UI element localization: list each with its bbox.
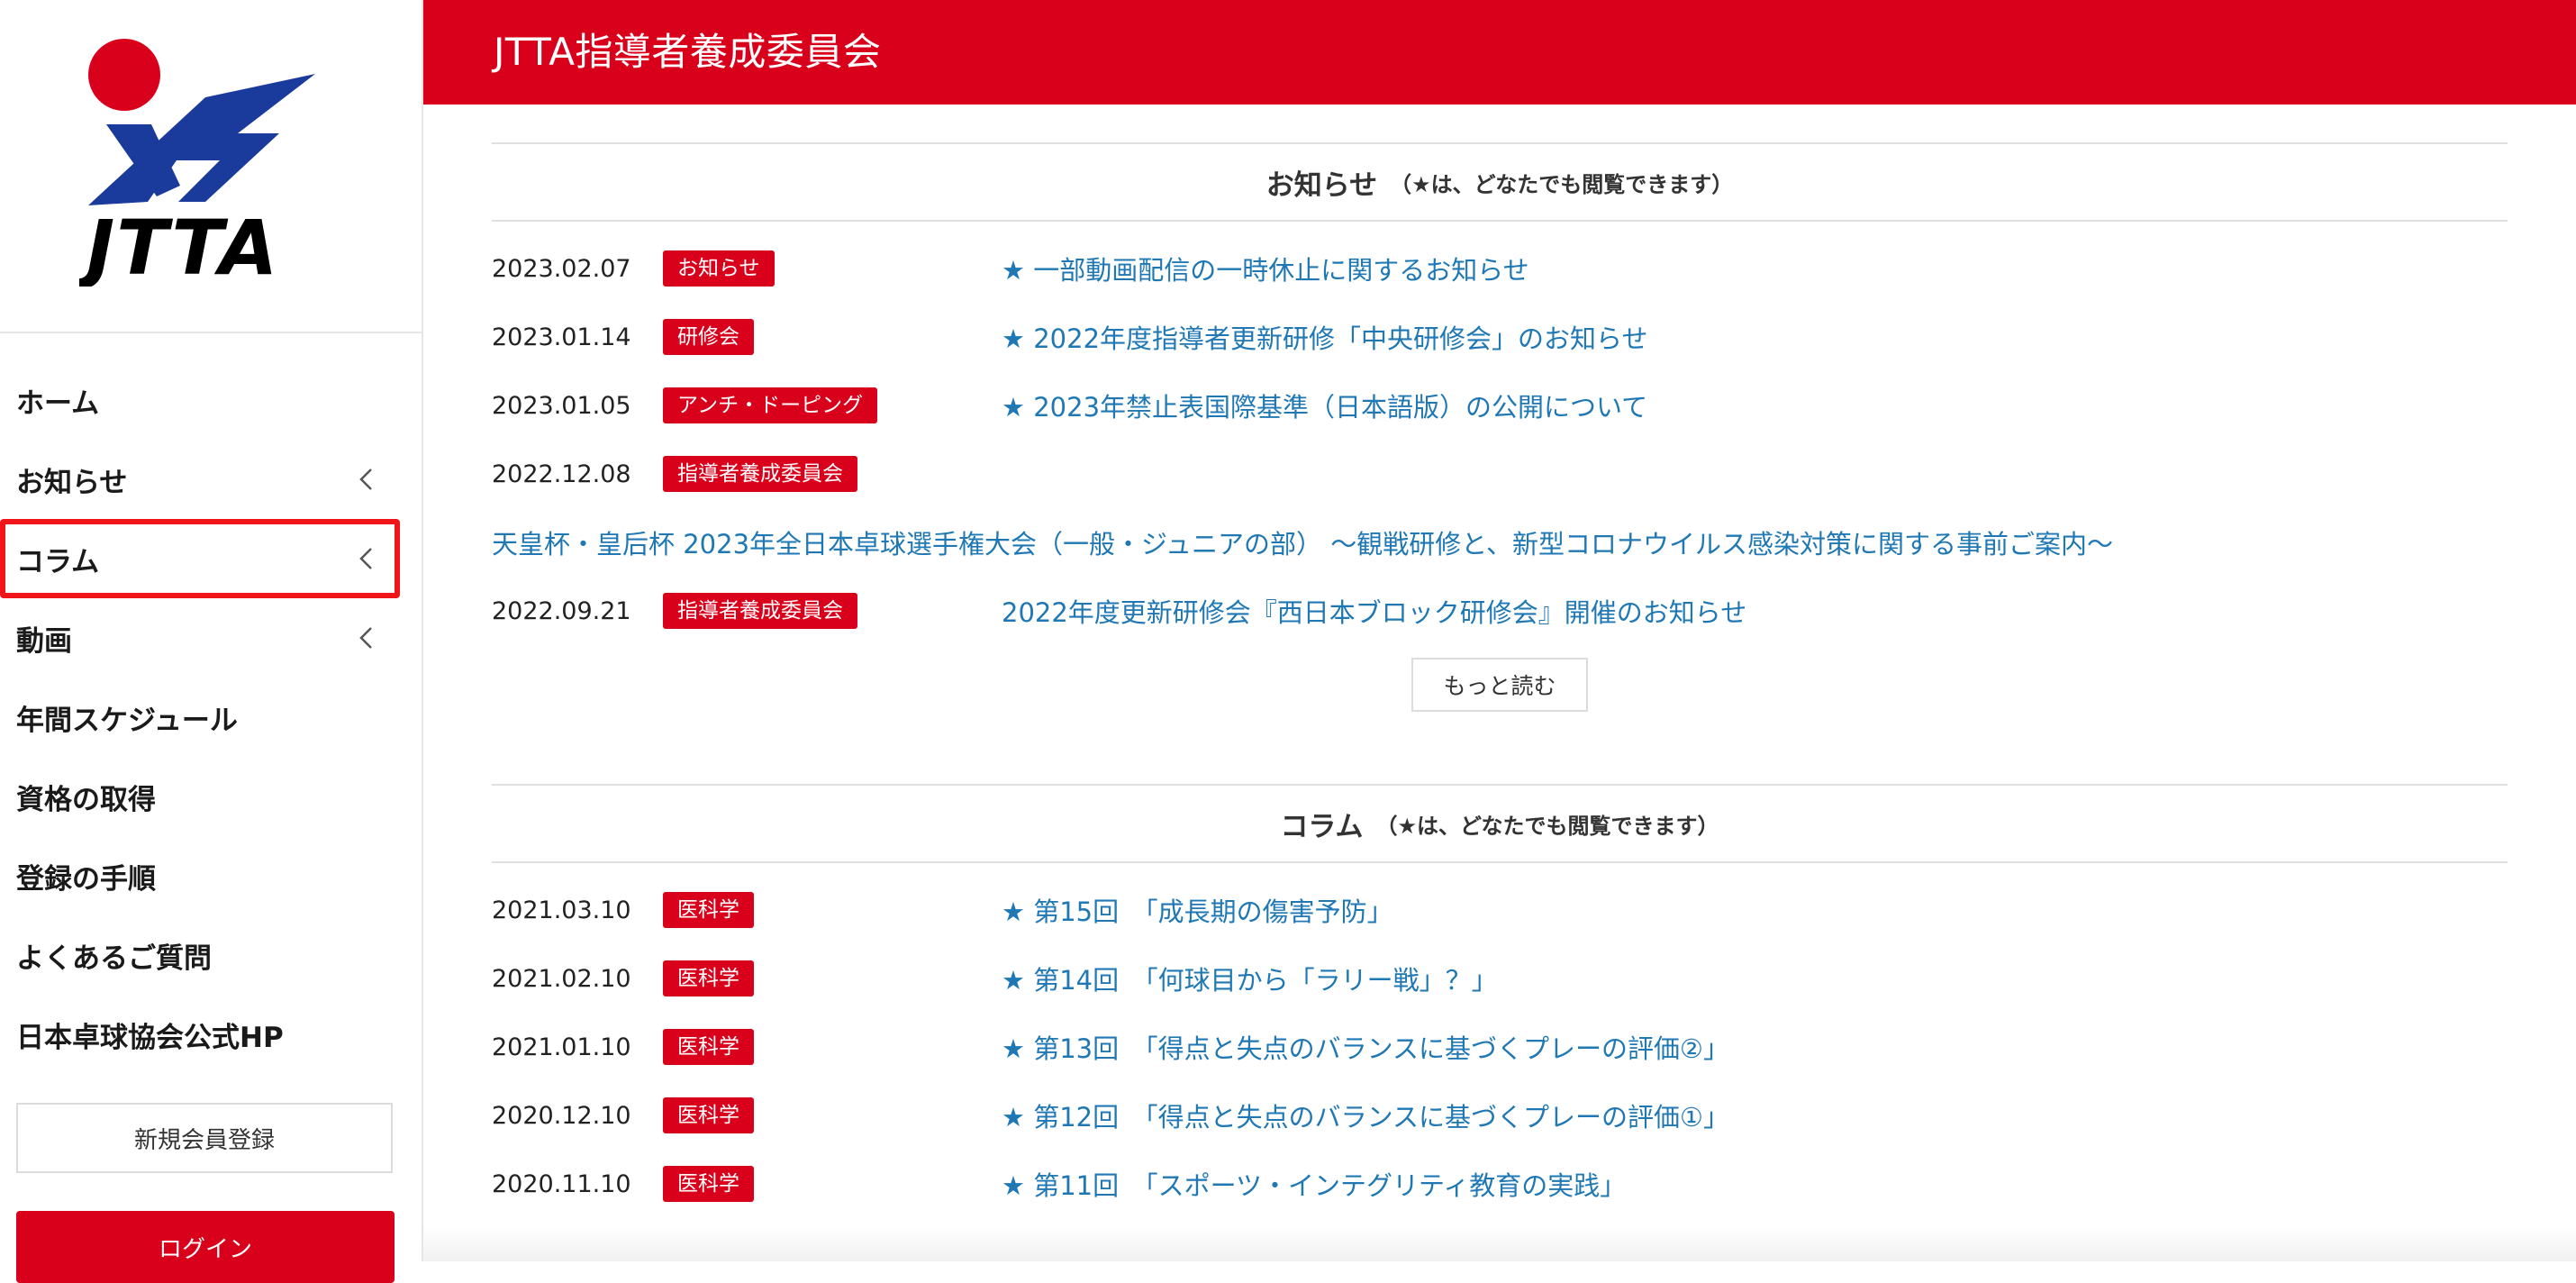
column-row: 2021.03.10 医科学 ★ 第15回 「成長期の傷害予防」 <box>492 876 2508 944</box>
column-date: 2020.11.10 <box>492 1169 631 1198</box>
news-title-link[interactable]: ★ 2023年禁止表国際基準（日本語版）の公開について <box>1002 387 1647 424</box>
column-date: 2021.02.10 <box>492 964 631 993</box>
column-date: 2020.12.10 <box>492 1101 631 1130</box>
chevron-left-icon <box>359 627 372 649</box>
chevron-left-icon <box>359 469 372 490</box>
category-tag[interactable]: 医科学 <box>663 960 754 996</box>
category-tag[interactable]: 研修会 <box>663 319 754 355</box>
news-title-link[interactable]: ★ 2022年度指導者更新研修「中央研修会」のお知らせ <box>1002 318 1647 356</box>
sidebar-item-column[interactable]: コラム <box>0 519 400 598</box>
column-title-link[interactable]: ★ 第11回 「スポーツ・インテグリティ教育の実践」 <box>1002 1165 1626 1203</box>
sidebar-item-schedule[interactable]: 年間スケジュール <box>0 678 422 757</box>
category-tag[interactable]: 医科学 <box>663 1166 754 1202</box>
news-title-link[interactable]: 2022年度更新研修会『西日本ブロック研修会』開催のお知らせ <box>1002 592 1746 630</box>
login-button[interactable]: ログイン <box>16 1211 395 1283</box>
sidebar-item-registration-steps[interactable]: 登録の手順 <box>0 836 422 915</box>
sidebar: JTTA ホーム お知らせ コラム 動画 年間スケジュール 資格の取得 登録の手… <box>0 0 423 1283</box>
sidebar-item-label: 動画 <box>16 624 72 658</box>
section-title: コラム <box>1280 810 1364 843</box>
category-tag[interactable]: お知らせ <box>663 250 775 287</box>
sidebar-item-label: 年間スケジュール <box>16 704 238 737</box>
sidebar-item-official-hp[interactable]: 日本卓球協会公式HP <box>0 995 422 1074</box>
page-header: JTTA指導者養成委員会 <box>423 0 2576 105</box>
sidebar-item-label: お知らせ <box>16 466 128 499</box>
category-tag[interactable]: 指導者養成委員会 <box>663 593 857 629</box>
section-note: （★は、どなたでも閲覧できます） <box>1390 171 1734 197</box>
column-title-link[interactable]: ★ 第14回 「何球目から「ラリー戦」？」 <box>1002 960 1498 997</box>
column-date: 2021.03.10 <box>492 896 631 924</box>
column-section-header: コラム （★は、どなたでも閲覧できます） <box>492 784 2508 863</box>
news-row: 2023.01.05 アンチ・ドーピング ★ 2023年禁止表国際基準（日本語版… <box>492 371 2508 440</box>
column-date: 2021.01.10 <box>492 1033 631 1061</box>
chevron-left-icon <box>359 548 372 569</box>
logo-area: JTTA <box>0 0 422 333</box>
column-title-link[interactable]: ★ 第12回 「得点と失点のバランスに基づくプレーの評価①」 <box>1002 1096 1729 1134</box>
sidebar-item-label: コラム <box>16 545 100 578</box>
sidebar-item-home[interactable]: ホーム <box>0 360 422 440</box>
bottom-fade <box>423 1225 2576 1261</box>
new-member-register-button[interactable]: 新規会員登録 <box>16 1103 393 1173</box>
category-tag[interactable]: 指導者養成委員会 <box>663 456 857 492</box>
sidebar-item-video[interactable]: 動画 <box>0 598 422 678</box>
column-title-link[interactable]: ★ 第13回 「得点と失点のバランスに基づくプレーの評価②」 <box>1002 1028 1729 1066</box>
news-section-header: お知らせ （★は、どなたでも閲覧できます） <box>492 142 2508 222</box>
news-date: 2023.02.07 <box>492 254 631 283</box>
sidebar-item-news[interactable]: お知らせ <box>0 440 422 519</box>
category-tag[interactable]: 医科学 <box>663 1029 754 1065</box>
sidebar-item-qualification[interactable]: 資格の取得 <box>0 757 422 836</box>
section-note: （★は、どなたでも閲覧できます） <box>1375 813 1719 839</box>
news-date: 2022.12.08 <box>492 460 631 488</box>
sidebar-item-label: 資格の取得 <box>16 783 156 816</box>
main-content: お知らせ （★は、どなたでも閲覧できます） 2023.02.07 お知らせ ★ … <box>492 105 2508 1218</box>
page-title: JTTA指導者養成委員会 <box>494 30 882 74</box>
category-tag[interactable]: 医科学 <box>663 892 754 928</box>
column-row: 2021.02.10 医科学 ★ 第14回 「何球目から「ラリー戦」？」 <box>492 944 2508 1013</box>
news-title-link[interactable]: 天皇杯・皇后杯 2023年全日本卓球選手権大会（一般・ジュニアの部） 〜観戦研修… <box>492 508 2508 577</box>
category-tag[interactable]: アンチ・ドーピング <box>663 387 878 423</box>
column-row: 2020.11.10 医科学 ★ 第11回 「スポーツ・インテグリティ教育の実践… <box>492 1150 2508 1218</box>
read-more-button[interactable]: もっと読む <box>1411 658 1588 712</box>
sidebar-item-label: よくあるご質問 <box>16 942 212 975</box>
news-date: 2022.09.21 <box>492 596 631 625</box>
column-row: 2020.12.10 医科学 ★ 第12回 「得点と失点のバランスに基づくプレー… <box>492 1081 2508 1150</box>
news-row: 2022.12.08 指導者養成委員会 <box>492 440 2508 508</box>
news-date: 2023.01.14 <box>492 323 631 351</box>
column-title-link[interactable]: ★ 第15回 「成長期の傷害予防」 <box>1002 891 1393 929</box>
category-tag[interactable]: 医科学 <box>663 1097 754 1133</box>
logo-text: JTTA <box>79 204 279 287</box>
sidebar-nav: ホーム お知らせ コラム 動画 年間スケジュール 資格の取得 登録の手順 よくあ… <box>0 360 422 1074</box>
sidebar-item-label: 登録の手順 <box>16 862 156 896</box>
jtta-logo[interactable]: JTTA <box>79 34 349 287</box>
news-date: 2023.01.05 <box>492 391 631 420</box>
sidebar-item-faq[interactable]: よくあるご質問 <box>0 915 422 995</box>
column-row: 2021.01.10 医科学 ★ 第13回 「得点と失点のバランスに基づくプレー… <box>492 1013 2508 1081</box>
news-row: 2023.01.14 研修会 ★ 2022年度指導者更新研修「中央研修会」のお知… <box>492 303 2508 371</box>
sidebar-item-label: ホーム <box>16 387 100 420</box>
section-title: お知らせ <box>1265 168 1378 202</box>
news-row: 2022.09.21 指導者養成委員会 2022年度更新研修会『西日本ブロック研… <box>492 577 2508 645</box>
sidebar-item-label: 日本卓球協会公式HP <box>16 1021 284 1054</box>
news-title-link[interactable]: ★ 一部動画配信の一時休止に関するお知らせ <box>1002 250 1529 287</box>
news-row: 2023.02.07 お知らせ ★ 一部動画配信の一時休止に関するお知らせ <box>492 234 2508 303</box>
